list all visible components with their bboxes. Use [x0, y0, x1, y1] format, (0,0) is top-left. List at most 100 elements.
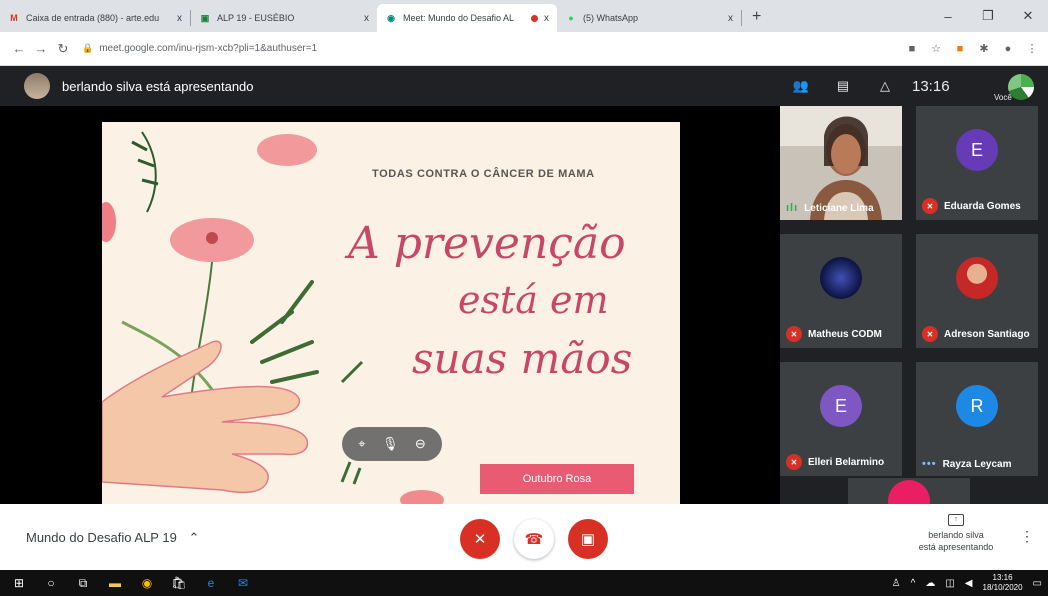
remove-icon[interactable]: ⊖ — [415, 436, 426, 452]
minimize-icon[interactable]: – — [928, 9, 968, 24]
present-label-line2: está apresentando — [918, 542, 994, 552]
participant-name: Leticiane Lima — [804, 202, 874, 214]
participant-avatar: E — [820, 385, 862, 427]
leaf-shape — [340, 360, 364, 384]
task-view-icon[interactable]: ⧉ — [70, 570, 96, 596]
participant-tile-partial[interactable] — [848, 478, 970, 504]
participant-tile[interactable]: ✕ Adreson Santiago — [916, 234, 1038, 348]
slide-headline-line1: A prevenção — [348, 218, 626, 269]
participants-grid: ılı Leticiane Lima E ✕ Eduarda Gomes ✕ M… — [780, 106, 1048, 504]
edge-icon[interactable]: e — [198, 570, 224, 596]
present-status[interactable]: ↑ berlando silva está apresentando — [906, 512, 1006, 553]
new-tab-button[interactable]: + — [742, 8, 771, 32]
system-tray: ♙ ^ ☁ ◫ ◀ 13:16 18/10/2020 ▭ — [892, 570, 1042, 596]
notifications-icon[interactable]: ▭ — [1033, 578, 1042, 589]
close-icon[interactable]: x — [544, 13, 549, 24]
presentation-stage: TODAS CONTRA O CÂNCER DE MAMA A prevençã… — [0, 106, 780, 504]
reload-icon[interactable]: ↻ — [52, 41, 74, 57]
flower-center — [206, 232, 218, 244]
browser-toolbar: ← → ↻ 🔒 meet.google.com/inu-rjsm-xcb?pli… — [0, 32, 1048, 66]
menu-icon[interactable]: ⋮ — [1024, 42, 1040, 55]
tab-whatsapp[interactable]: ● (5) WhatsApp x — [557, 4, 741, 32]
tab-meet[interactable]: ◉ Meet: Mundo do Desafio AL x — [377, 4, 557, 32]
participant-name-tag: ✕ Adreson Santiago — [922, 326, 1030, 342]
leaf-shape — [340, 461, 362, 485]
close-icon[interactable]: x — [728, 13, 733, 24]
participant-name: Elleri Belarmino — [808, 456, 885, 468]
muted-mic-icon: ✕ — [786, 326, 802, 342]
meeting-clock: 13:16 — [912, 77, 950, 95]
activities-icon[interactable]: △ — [864, 78, 906, 94]
tab-title: Caixa de entrada (880) - arte.edu — [26, 13, 160, 23]
flower-shape — [102, 202, 116, 242]
leaf-shape — [250, 280, 319, 384]
close-icon[interactable]: x — [177, 13, 182, 24]
close-window-icon[interactable]: ✕ — [1008, 8, 1048, 24]
presenter-avatar — [24, 73, 50, 99]
people-icon[interactable]: 👥 — [780, 78, 822, 94]
meeting-details[interactable]: Mundo do Desafio ALP 19 ⌃ — [26, 530, 199, 546]
camera-indicator-icon[interactable]: ■ — [904, 43, 920, 55]
extensions-puzzle-icon[interactable]: ✱ — [976, 42, 992, 55]
url-text: meet.google.com/inu-rjsm-xcb?pli=1&authu… — [99, 43, 318, 54]
mail-icon[interactable]: ✉ — [230, 570, 256, 596]
forward-icon[interactable]: → — [30, 41, 52, 56]
participant-tile[interactable]: R ••• Rayza Leycam — [916, 362, 1038, 476]
back-icon[interactable]: ← — [8, 41, 30, 56]
window-controls: – ❐ ✕ — [928, 0, 1048, 32]
mic-toggle-button[interactable]: ✕ — [460, 519, 500, 559]
tab-classroom[interactable]: ▣ ALP 19 - EUSÉBIO x — [191, 4, 377, 32]
participant-tile[interactable]: E ✕ Elleri Belarmino — [780, 362, 902, 476]
screen: M Caixa de entrada (880) - arte.edu x ▣ … — [0, 0, 1048, 596]
search-icon[interactable]: ○ — [38, 570, 64, 596]
hand-shape — [102, 340, 309, 494]
cloud-icon[interactable]: ☁ — [925, 578, 935, 589]
participant-avatar: R — [956, 385, 998, 427]
participant-name: Rayza Leycam — [942, 458, 1012, 470]
pin-icon[interactable]: ⌖ — [358, 436, 365, 452]
classroom-icon: ▣ — [200, 12, 210, 23]
profile-avatar-icon[interactable]: ● — [1000, 43, 1016, 55]
participant-name: Adreson Santiago — [944, 328, 1030, 340]
participant-name: Matheus CODM — [808, 328, 882, 340]
tab-gmail[interactable]: M Caixa de entrada (880) - arte.edu x — [0, 4, 190, 32]
more-options-icon[interactable]: ⋮ — [1020, 528, 1034, 545]
extension-icon[interactable]: ■ — [952, 43, 968, 55]
more-options-icon: ••• — [922, 458, 937, 470]
leave-call-button[interactable]: ☎ — [514, 519, 554, 559]
tray-time: 13:16 — [992, 573, 1013, 582]
muted-mic-icon: ✕ — [786, 454, 802, 470]
address-bar[interactable]: 🔒 meet.google.com/inu-rjsm-xcb?pli=1&aut… — [82, 37, 896, 61]
file-explorer-icon[interactable]: ▬ — [102, 570, 128, 596]
muted-mic-icon: ✕ — [922, 326, 938, 342]
chrome-icon[interactable]: ◉ — [134, 570, 160, 596]
volume-icon[interactable]: ◀ — [965, 578, 973, 589]
restore-icon[interactable]: ❐ — [968, 8, 1008, 24]
tray-chevron-icon[interactable]: ^ — [911, 578, 916, 589]
chat-icon[interactable]: ▤ — [822, 78, 864, 94]
windows-start-icon[interactable]: ⊞ — [6, 570, 32, 596]
network-icon[interactable]: ◫ — [945, 578, 954, 589]
people-tray-icon[interactable]: ♙ — [892, 578, 901, 589]
close-icon[interactable]: x — [364, 13, 369, 24]
self-view[interactable]: Você — [994, 74, 1034, 104]
toolbar-actions: ■ ☆ ■ ✱ ● ⋮ — [904, 42, 1040, 56]
windows-taskbar: ⊞ ○ ⧉ ▬ ◉ 🛍 e ✉ ♙ ^ ☁ ◫ ◀ 13:16 18/10/20… — [0, 570, 1048, 596]
meet-top-controls: 👥 ▤ △ 13:16 Você — [780, 66, 1048, 106]
microphone-icon[interactable]: 🎙 — [382, 436, 399, 452]
camera-toggle-button[interactable]: ▣ — [568, 519, 608, 559]
slide-kicker: TODAS CONTRA O CÂNCER DE MAMA — [372, 168, 595, 180]
presenter-label: berlando silva está apresentando — [62, 78, 254, 94]
gmail-icon: M — [10, 13, 18, 23]
hang-up-icon: ☎ — [524, 531, 544, 548]
browser-tab-strip: M Caixa de entrada (880) - arte.edu x ▣ … — [0, 0, 1048, 32]
participant-name-tag: ✕ Elleri Belarmino — [786, 454, 884, 470]
participant-avatar — [888, 480, 930, 504]
tray-datetime[interactable]: 13:16 18/10/2020 — [983, 573, 1023, 593]
store-icon[interactable]: 🛍 — [166, 570, 192, 596]
slide-headline-line2: está em — [458, 278, 609, 322]
bookmark-star-icon[interactable]: ☆ — [928, 42, 944, 55]
participant-tile[interactable]: E ✕ Eduarda Gomes — [916, 106, 1038, 220]
participant-tile[interactable]: ✕ Matheus CODM — [780, 234, 902, 348]
participant-tile[interactable]: ılı Leticiane Lima — [780, 106, 902, 220]
